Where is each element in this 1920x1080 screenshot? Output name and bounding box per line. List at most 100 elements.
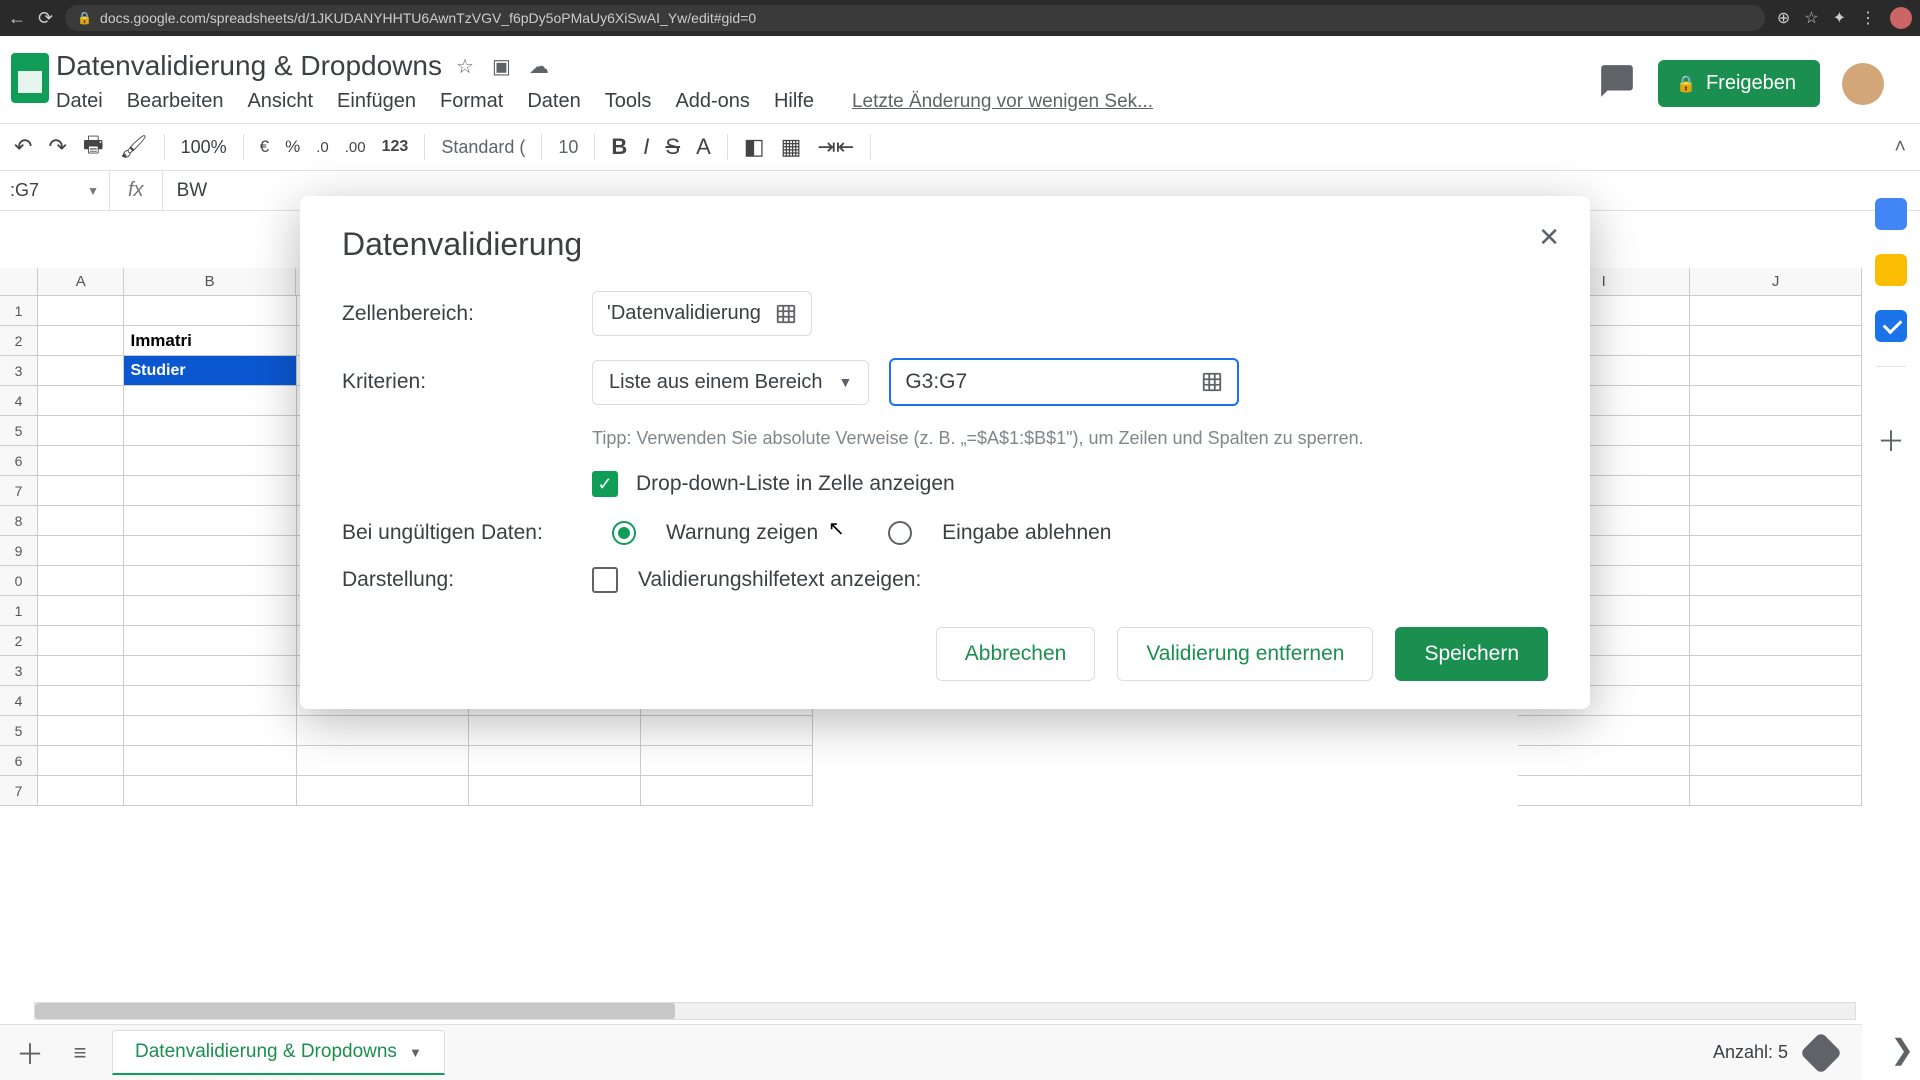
cellrange-input[interactable]: 'Datenvalidierung xyxy=(592,291,812,336)
cell[interactable] xyxy=(1518,716,1690,746)
cell[interactable] xyxy=(469,746,641,776)
sheets-logo[interactable] xyxy=(4,44,56,112)
borders-icon[interactable]: ▦ xyxy=(781,134,802,160)
menu-tools[interactable]: Tools xyxy=(605,90,652,113)
keep-icon[interactable] xyxy=(1875,254,1907,286)
add-sheet-button[interactable]: ＋ xyxy=(12,1033,48,1073)
text-color-icon[interactable]: A xyxy=(696,134,711,160)
menu-datei[interactable]: Datei xyxy=(56,90,103,113)
url-bar[interactable]: 🔒 docs.google.com/spreadsheets/d/1JKUDAN… xyxy=(65,5,1765,31)
cell[interactable] xyxy=(1690,746,1862,776)
close-icon[interactable]: ✕ xyxy=(1538,222,1560,253)
doc-title[interactable]: Datenvalidierung & Dropdowns xyxy=(56,50,442,82)
last-edit-link[interactable]: Letzte Änderung vor wenigen Sek... xyxy=(852,91,1153,113)
dec-decrease-icon[interactable]: .0 xyxy=(316,139,329,156)
cell[interactable] xyxy=(124,416,296,446)
horizontal-scrollbar[interactable] xyxy=(34,1002,1856,1020)
calendar-icon[interactable] xyxy=(1875,198,1907,230)
row-header[interactable]: 8 xyxy=(0,506,38,536)
criteria-range-input[interactable] xyxy=(889,358,1239,406)
cell[interactable] xyxy=(1690,566,1862,596)
cell[interactable] xyxy=(124,686,296,716)
row-header[interactable]: 1 xyxy=(0,596,38,626)
row-header[interactable]: 6 xyxy=(0,446,38,476)
zoom-select[interactable]: 100% xyxy=(181,137,227,158)
row-header[interactable]: 3 xyxy=(0,656,38,686)
cell[interactable] xyxy=(1518,746,1690,776)
cell[interactable] xyxy=(1690,446,1862,476)
font-select[interactable]: Standard ( xyxy=(441,137,525,158)
menu-addons[interactable]: Add-ons xyxy=(675,90,750,113)
menu-ansicht[interactable]: Ansicht xyxy=(247,90,313,113)
cell[interactable] xyxy=(1690,476,1862,506)
cell[interactable] xyxy=(297,776,469,806)
cell[interactable] xyxy=(1518,776,1690,806)
range-select-icon[interactable] xyxy=(775,303,797,325)
col-header[interactable]: J xyxy=(1690,268,1862,295)
cell[interactable] xyxy=(1690,506,1862,536)
cell[interactable] xyxy=(1690,776,1862,806)
extension-icon[interactable]: ✦ xyxy=(1833,8,1846,28)
cancel-button[interactable]: Abbrechen xyxy=(936,627,1096,681)
font-size[interactable]: 10 xyxy=(558,137,578,158)
cell[interactable] xyxy=(124,446,296,476)
radio-show-warning[interactable] xyxy=(612,521,636,545)
name-box[interactable]: :G7 ▼ xyxy=(0,171,110,210)
cell[interactable] xyxy=(38,656,124,686)
cell[interactable] xyxy=(124,746,296,776)
range-select-icon[interactable] xyxy=(1201,371,1223,393)
cell[interactable]: Immatri xyxy=(124,326,296,356)
row-header[interactable]: 7 xyxy=(0,476,38,506)
helptext-checkbox[interactable] xyxy=(592,567,618,593)
toolbar-collapse-icon[interactable]: ˄ xyxy=(1894,136,1906,159)
row-header[interactable]: 9 xyxy=(0,536,38,566)
explore-icon[interactable] xyxy=(1800,1031,1842,1073)
cell[interactable] xyxy=(38,506,124,536)
reload-icon[interactable]: ⟳ xyxy=(38,8,53,29)
menu-icon[interactable]: ⋮ xyxy=(1860,8,1876,28)
cell[interactable] xyxy=(38,686,124,716)
cell[interactable] xyxy=(38,476,124,506)
cell[interactable] xyxy=(124,536,296,566)
all-sheets-button[interactable]: ≡ xyxy=(62,1040,98,1066)
cell[interactable] xyxy=(1690,386,1862,416)
cell[interactable] xyxy=(124,656,296,686)
row-header[interactable]: 4 xyxy=(0,686,38,716)
menu-daten[interactable]: Daten xyxy=(527,90,580,113)
cell[interactable] xyxy=(124,626,296,656)
move-doc-icon[interactable]: ▣ xyxy=(492,54,511,79)
dec-increase-icon[interactable]: .00 xyxy=(345,139,366,156)
chevron-down-icon[interactable]: ▼ xyxy=(409,1045,422,1060)
side-panel-next-icon[interactable]: ❯ xyxy=(1891,1033,1914,1066)
cell[interactable] xyxy=(1690,716,1862,746)
star-icon[interactable]: ☆ xyxy=(1804,8,1818,28)
zoom-icon[interactable]: ⊕ xyxy=(1777,8,1790,28)
save-button[interactable]: Speichern xyxy=(1395,627,1548,681)
cell[interactable] xyxy=(124,506,296,536)
menu-format[interactable]: Format xyxy=(440,90,503,113)
menu-bearbeiten[interactable]: Bearbeiten xyxy=(127,90,224,113)
row-header[interactable]: 2 xyxy=(0,326,38,356)
row-header[interactable]: 4 xyxy=(0,386,38,416)
cell[interactable] xyxy=(1690,536,1862,566)
user-avatar[interactable] xyxy=(1842,63,1884,105)
radio-reject-input[interactable] xyxy=(888,521,912,545)
cell[interactable] xyxy=(38,356,124,386)
status-count[interactable]: Anzahl: 5 xyxy=(1713,1042,1788,1063)
cell[interactable] xyxy=(1690,356,1862,386)
sheet-tab-active[interactable]: Datenvalidierung & Dropdowns ▼ xyxy=(112,1030,445,1075)
criteria-select[interactable]: Liste aus einem Bereich ▼ xyxy=(592,360,869,405)
menu-einfuegen[interactable]: Einfügen xyxy=(337,90,416,113)
cell[interactable] xyxy=(38,416,124,446)
cell[interactable] xyxy=(1690,596,1862,626)
undo-icon[interactable]: ↶ xyxy=(14,134,32,160)
star-doc-icon[interactable]: ☆ xyxy=(456,54,474,79)
cell[interactable] xyxy=(1690,326,1862,356)
cell[interactable] xyxy=(38,536,124,566)
col-header[interactable]: B xyxy=(124,268,296,295)
cloud-status-icon[interactable]: ☁ xyxy=(529,54,549,79)
browser-avatar[interactable] xyxy=(1890,7,1912,29)
italic-icon[interactable]: I xyxy=(643,134,649,160)
row-header[interactable]: 3 xyxy=(0,356,38,386)
cell[interactable] xyxy=(641,716,813,746)
